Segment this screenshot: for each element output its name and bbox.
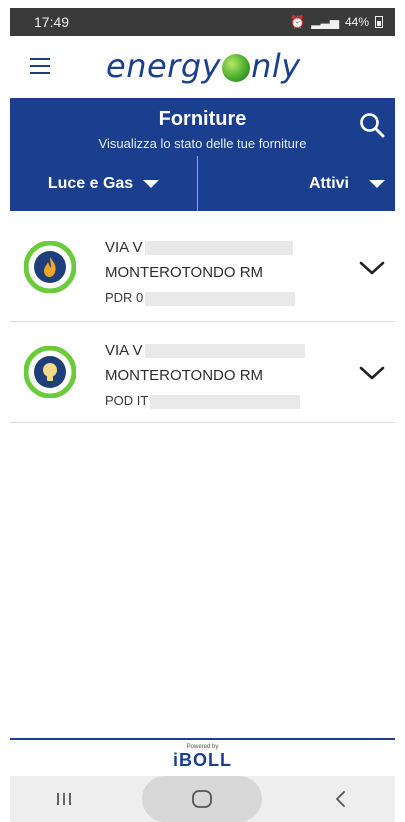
- globe-icon: [222, 54, 251, 82]
- chevron-down-icon[interactable]: [359, 259, 385, 277]
- recent-apps-icon: [57, 793, 72, 805]
- powered-by-footer: Powered by iBOLL: [0, 744, 405, 771]
- page-title: Forniture: [158, 108, 247, 130]
- menu-icon[interactable]: [30, 58, 50, 74]
- search-icon[interactable]: [359, 112, 385, 138]
- supply-text: VIA V MONTEROTONDO RM PDR 0: [105, 235, 296, 310]
- supply-city: MONTEROTONDO RM: [105, 367, 264, 384]
- recent-apps-button[interactable]: [34, 781, 94, 817]
- caret-down-icon: [143, 179, 160, 188]
- filter-state-dropdown[interactable]: Attivi: [198, 156, 395, 211]
- powered-by-brand: iBOLL: [173, 750, 232, 770]
- supply-text: VIA V MONTEROTONDO RM POD IT: [105, 338, 305, 413]
- footer-divider: [10, 738, 395, 740]
- system-nav-bar: [10, 776, 395, 822]
- status-bar: 17:49 ⏰ ▂▃▅ 44%: [10, 8, 395, 36]
- filter-type-dropdown[interactable]: Luce e Gas: [10, 156, 198, 211]
- filter-type-label: Luce e Gas: [47, 174, 134, 192]
- supply-code: PDR 0: [105, 290, 144, 305]
- chevron-down-icon[interactable]: [359, 364, 385, 382]
- back-icon: [335, 791, 345, 807]
- supply-row-luce[interactable]: VIA V MONTEROTONDO RM POD IT: [10, 322, 395, 423]
- supply-list: VIA V MONTEROTONDO RM PDR 0 VIA V MONTER…: [10, 211, 395, 423]
- supply-address: VIA V: [105, 342, 143, 359]
- logo-text-left: energy: [106, 47, 222, 85]
- back-button[interactable]: [311, 781, 371, 817]
- status-icons: ⏰ ▂▃▅ 44%: [290, 15, 383, 29]
- app-header: energy nly: [10, 36, 395, 98]
- filters-bar: Luce e Gas Attivi: [10, 156, 395, 211]
- supply-row-gas[interactable]: VIA V MONTEROTONDO RM PDR 0: [10, 211, 395, 322]
- gas-flame-icon: [24, 241, 76, 293]
- signal-icon: ▂▃▅: [311, 15, 339, 29]
- home-button[interactable]: [142, 776, 263, 822]
- supply-address: VIA V: [105, 239, 143, 256]
- home-icon: [192, 790, 213, 808]
- caret-down-icon: [369, 179, 385, 188]
- supply-code: POD IT: [105, 393, 149, 408]
- filter-state-label: Attivi: [309, 174, 349, 192]
- alarm-icon: ⏰: [290, 15, 306, 29]
- logo-text-right: nly: [251, 47, 301, 85]
- supply-city: MONTEROTONDO RM: [105, 264, 264, 281]
- brand-logo: energy nly: [106, 46, 301, 86]
- status-time: 17:49: [34, 14, 70, 30]
- title-band: Forniture Visualizza lo stato delle tue …: [10, 98, 395, 211]
- battery-percentage: 44%: [344, 15, 369, 29]
- battery-icon: [375, 16, 383, 28]
- lightbulb-icon: [24, 346, 76, 398]
- page-subtitle: Visualizza lo stato delle tue forniture: [98, 136, 307, 151]
